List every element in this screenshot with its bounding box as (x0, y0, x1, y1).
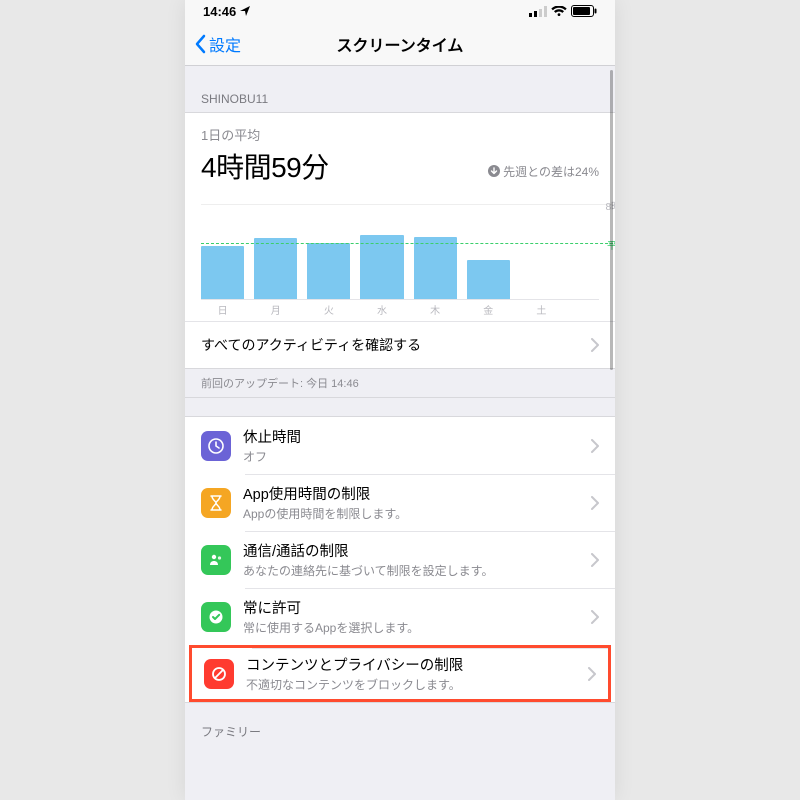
content-privacy-sub: 不適切なコンテンツをブロックします。 (246, 676, 576, 693)
battery-icon (571, 5, 597, 17)
status-time: 14:46 (203, 4, 236, 19)
prohibit-icon (204, 659, 234, 689)
bar-tue (307, 243, 350, 299)
status-bar: 14:46 (185, 0, 615, 22)
chevron-right-icon (588, 667, 596, 681)
chevron-right-icon (591, 610, 599, 624)
weekly-chart[interactable]: 8時間 平均 日 月 火 水 木 金 土 (185, 196, 615, 321)
bar-fri (467, 260, 510, 299)
chart-day-labels: 日 月 火 水 木 金 土 (201, 300, 599, 317)
checkmark-icon (201, 602, 231, 632)
chevron-right-icon (591, 338, 599, 352)
settings-list: 休止時間 オフ App使用時間の制限 Appの使用時間を制限します。 通信/通話… (185, 416, 615, 703)
communication-limits-row[interactable]: 通信/通話の制限 あなたの連絡先に基づいて制限を設定します。 (185, 531, 615, 588)
daily-average-label: 1日の平均 (201, 125, 599, 144)
always-allowed-title: 常に許可 (243, 597, 579, 618)
downtime-icon (201, 431, 231, 461)
bar-thu (414, 237, 457, 299)
bar-wed (360, 235, 403, 299)
daily-average-value: 4時間59分 (201, 146, 329, 186)
usage-summary-card: 1日の平均 4時間59分 先週との差は24% 8時間 平均 (185, 112, 615, 369)
back-button[interactable]: 設定 (185, 32, 241, 56)
last-update-note: 前回のアップデート: 今日 14:46 (185, 369, 615, 398)
app-limits-row[interactable]: App使用時間の制限 Appの使用時間を制限します。 (185, 474, 615, 531)
chevron-right-icon (591, 439, 599, 453)
downtime-row[interactable]: 休止時間 オフ (185, 417, 615, 474)
chevron-left-icon (193, 34, 207, 54)
app-limits-title: App使用時間の制限 (243, 483, 579, 504)
location-icon (240, 6, 250, 16)
content-privacy-title: コンテンツとプライバシーの制限 (246, 654, 576, 675)
device-section-header: SHINOBU11 (185, 66, 615, 112)
always-allowed-row[interactable]: 常に許可 常に使用するAppを選択します。 (185, 588, 615, 645)
down-arrow-icon (488, 165, 500, 177)
weekly-diff: 先週との差は24% (488, 163, 599, 180)
back-label: 設定 (209, 32, 241, 56)
content-privacy-row[interactable]: コンテンツとプライバシーの制限 不適切なコンテンツをブロックします。 (189, 645, 611, 702)
downtime-title: 休止時間 (243, 426, 579, 447)
wifi-icon (551, 6, 567, 17)
app-limits-sub: Appの使用時間を制限します。 (243, 505, 579, 522)
bar-sun (201, 246, 244, 299)
nav-bar: 設定 スクリーンタイム (185, 22, 615, 66)
communication-limits-title: 通信/通話の制限 (243, 540, 579, 561)
hourglass-icon (201, 488, 231, 518)
see-all-activity-label: すべてのアクティビティを確認する (201, 335, 421, 355)
always-allowed-sub: 常に使用するAppを選択します。 (243, 619, 579, 636)
chevron-right-icon (591, 553, 599, 567)
cellular-icon (529, 6, 547, 17)
see-all-activity-row[interactable]: すべてのアクティビティを確認する (185, 321, 615, 368)
communication-limits-sub: あなたの連絡先に基づいて制限を設定します。 (243, 562, 579, 579)
nav-title: スクリーンタイム (185, 32, 615, 56)
family-section-header: ファミリー (185, 703, 615, 744)
communication-icon (201, 545, 231, 575)
screen-time-screen: 14:46 設定 スクリーンタイム SHINOBU11 1日の平均 4時間59分… (185, 0, 615, 800)
downtime-sub: オフ (243, 448, 579, 465)
bar-mon (254, 238, 297, 299)
chevron-right-icon (591, 496, 599, 510)
weekly-diff-text: 先週との差は24% (503, 163, 599, 180)
scrollbar[interactable] (610, 70, 613, 370)
